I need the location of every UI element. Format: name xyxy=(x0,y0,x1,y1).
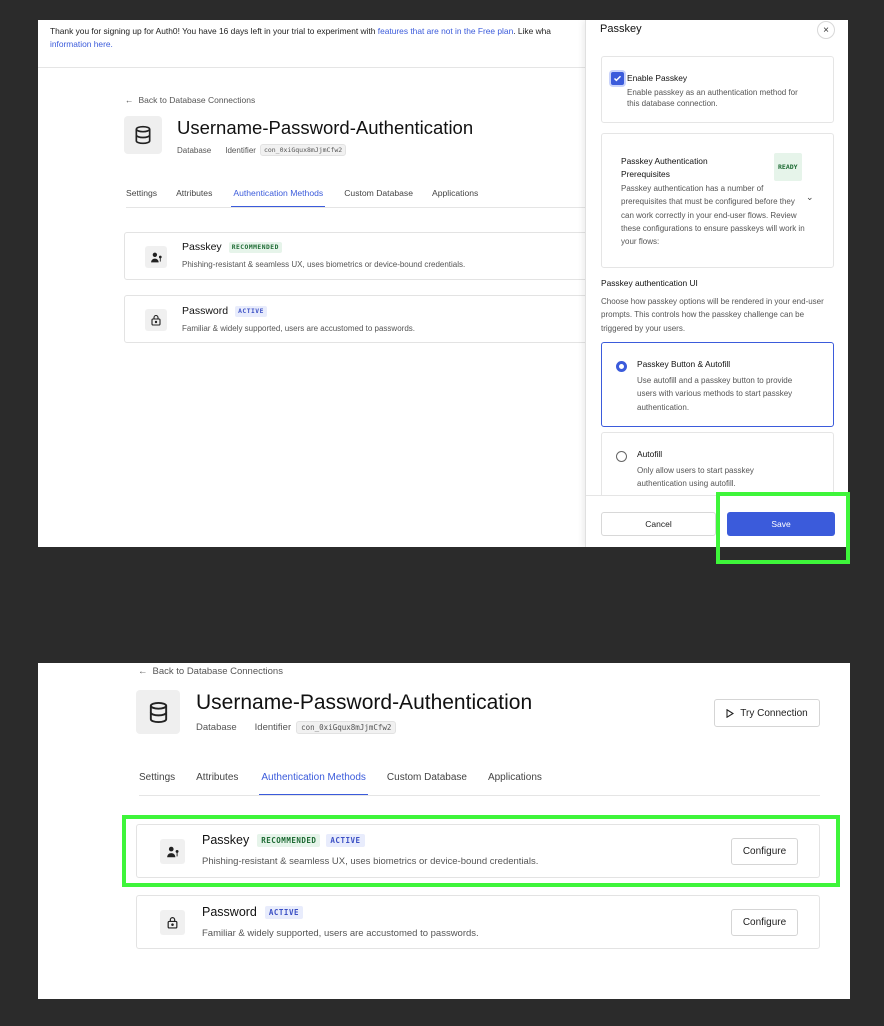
tab-applications[interactable]: Applications xyxy=(432,188,478,207)
enable-passkey-checkbox[interactable] xyxy=(611,72,624,85)
tab-authentication-methods[interactable]: Authentication Methods xyxy=(259,772,368,795)
features-link[interactable]: features that are not in the Free plan xyxy=(378,26,513,36)
prerequisites-title: Passkey Authentication Prerequisites xyxy=(621,156,708,179)
connection-meta: Database Identifier con_0xiGqux8mJjmCfw2 xyxy=(177,144,347,156)
passkey-name-row: Passkey RECOMMENDED ACTIVE xyxy=(202,833,365,847)
password-configure-button[interactable]: Configure xyxy=(731,909,798,936)
cancel-button[interactable]: Cancel xyxy=(601,512,716,536)
password-method-name: Password xyxy=(182,305,229,317)
password-name-row: Password ACTIVE xyxy=(182,305,267,317)
passkey-method-name: Passkey xyxy=(202,833,250,847)
passkey-method-description: Phishing-resistant & seamless UX, uses b… xyxy=(182,260,466,269)
passkey-user-icon xyxy=(160,839,185,864)
identifier-value[interactable]: con_0xiGqux8mJjmCfw2 xyxy=(259,144,347,156)
tab-settings[interactable]: Settings xyxy=(126,188,157,207)
radio-autofill[interactable] xyxy=(616,451,627,462)
lock-icon xyxy=(160,910,185,935)
connection-tabs: Settings Attributes Authentication Metho… xyxy=(139,772,820,796)
arrow-left-icon: ← xyxy=(125,95,134,105)
connection-tabs: Settings Attributes Authentication Metho… xyxy=(126,188,586,208)
option-label: Passkey Button & Autofill xyxy=(637,359,731,369)
connection-type: Database xyxy=(196,722,237,733)
tab-settings[interactable]: Settings xyxy=(139,772,175,795)
enable-passkey-label: Enable Passkey xyxy=(627,73,688,83)
save-button[interactable]: Save xyxy=(727,512,835,536)
database-icon xyxy=(124,116,162,154)
passkey-ui-heading: Passkey authentication UI xyxy=(601,278,698,288)
tab-authentication-methods[interactable]: Authentication Methods xyxy=(231,188,326,207)
page-title: Username-Password-Authentication xyxy=(196,691,533,714)
password-method-card[interactable]: Password ACTIVE Familiar & widely suppor… xyxy=(136,895,820,949)
identifier-label: Identifier xyxy=(225,145,256,155)
password-method-card[interactable]: Password ACTIVE Familiar & widely suppor… xyxy=(124,295,594,343)
play-icon xyxy=(726,708,735,718)
trial-banner-text: Thank you for signing up for Auth0! You … xyxy=(50,26,378,36)
back-to-connections-link[interactable]: ← Back to Database Connections xyxy=(138,666,283,677)
lock-icon xyxy=(145,309,167,331)
prerequisites-card[interactable]: Passkey Authentication Prerequisites REA… xyxy=(601,133,834,268)
back-link-label: Back to Database Connections xyxy=(152,666,283,677)
trial-banner: Thank you for signing up for Auth0! You … xyxy=(38,20,585,68)
passkey-drawer: Passkey × Enable Passkey Enable passkey … xyxy=(585,20,848,547)
tab-attributes[interactable]: Attributes xyxy=(196,772,238,795)
back-link-label: Back to Database Connections xyxy=(138,95,256,105)
passkey-configure-button[interactable]: Configure xyxy=(731,838,798,865)
password-method-name: Password xyxy=(202,905,257,919)
passkey-method-card[interactable]: Passkey RECOMMENDED ACTIVE Phishing-resi… xyxy=(136,824,820,878)
database-icon xyxy=(136,690,180,734)
passkey-method-description: Phishing-resistant & seamless UX, uses b… xyxy=(202,856,539,867)
tab-custom-database[interactable]: Custom Database xyxy=(344,188,413,207)
page-title: Username-Password-Authentication xyxy=(177,117,474,138)
password-method-description: Familiar & widely supported, users are a… xyxy=(202,928,479,939)
recommended-badge: RECOMMENDED xyxy=(257,833,321,847)
bottom-screenshot-panel: ← Back to Database Connections Username-… xyxy=(38,663,850,999)
radio-passkey-button-autofill[interactable] xyxy=(616,361,627,372)
passkey-method-name: Passkey xyxy=(182,241,222,253)
trial-banner-text-end: . Like wha xyxy=(513,26,551,36)
prerequisites-description: Passkey authentication has a number of p… xyxy=(621,184,805,247)
option-autofill[interactable]: Autofill Only allow users to start passk… xyxy=(601,432,834,502)
close-icon[interactable]: × xyxy=(817,21,835,39)
tab-custom-database[interactable]: Custom Database xyxy=(387,772,467,795)
connection-type: Database xyxy=(177,145,212,155)
active-badge: ACTIVE xyxy=(235,305,267,317)
try-connection-label: Try Connection xyxy=(740,707,808,719)
back-to-connections-link[interactable]: ← Back to Database Connections xyxy=(125,95,255,105)
tab-attributes[interactable]: Attributes xyxy=(176,188,212,207)
active-badge: ACTIVE xyxy=(326,833,365,847)
password-method-description: Familiar & widely supported, users are a… xyxy=(182,324,415,333)
passkey-user-icon xyxy=(145,246,167,268)
connection-meta: Database Identifier con_0xiGqux8mJjmCfw2 xyxy=(196,721,397,734)
passkey-method-card[interactable]: Passkey RECOMMENDED Phishing-resistant &… xyxy=(124,232,594,280)
chevron-down-icon[interactable]: ⌄ xyxy=(806,192,814,203)
option-description: Use autofill and a passkey button to pro… xyxy=(637,376,793,412)
passkey-ui-description: Choose how passkey options will be rende… xyxy=(601,297,824,333)
arrow-left-icon: ← xyxy=(138,666,148,677)
option-label: Autofill xyxy=(637,449,663,459)
recommended-badge: RECOMMENDED xyxy=(228,241,282,253)
try-connection-button[interactable]: Try Connection xyxy=(714,699,820,727)
option-passkey-button-autofill[interactable]: Passkey Button & Autofill Use autofill a… xyxy=(601,342,834,427)
information-link[interactable]: information here. xyxy=(50,39,113,49)
enable-passkey-card: Enable Passkey Enable passkey as an auth… xyxy=(601,56,834,123)
enable-passkey-description: Enable passkey as an authentication meth… xyxy=(627,88,798,108)
tab-applications[interactable]: Applications xyxy=(488,772,542,795)
drawer-title: Passkey xyxy=(600,23,642,35)
option-description: Only allow users to start passkey authen… xyxy=(637,466,754,489)
ready-badge: READY xyxy=(774,153,802,181)
identifier-value[interactable]: con_0xiGqux8mJjmCfw2 xyxy=(296,721,397,734)
identifier-label: Identifier xyxy=(254,722,292,733)
password-name-row: Password ACTIVE xyxy=(202,905,303,919)
drawer-footer: Cancel Save xyxy=(586,495,848,547)
passkey-name-row: Passkey RECOMMENDED xyxy=(182,241,282,253)
active-badge: ACTIVE xyxy=(264,905,303,919)
top-screenshot-panel: Thank you for signing up for Auth0! You … xyxy=(38,20,848,547)
